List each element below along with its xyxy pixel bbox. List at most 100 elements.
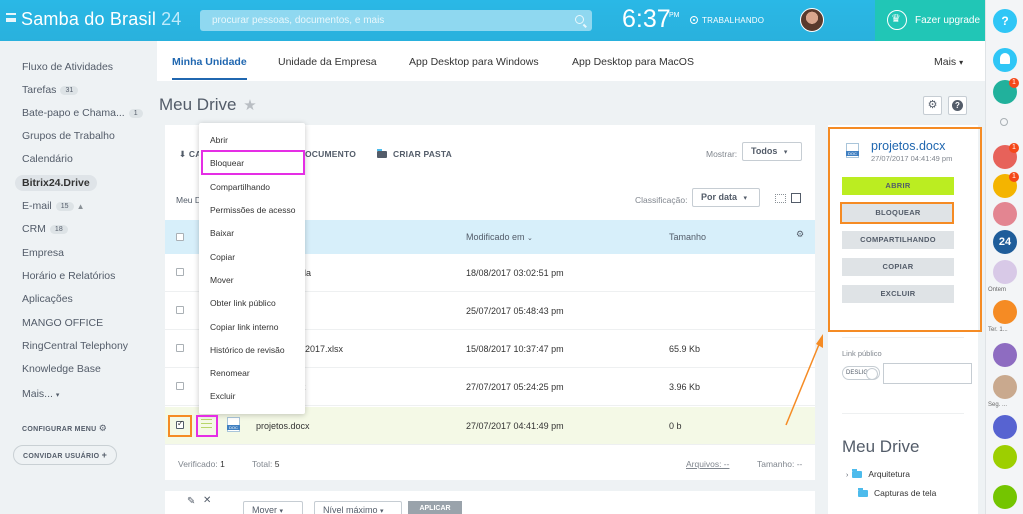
configure-menu-button[interactable]: CONFIGURAR MENU ⚙ [22,423,107,434]
sidebar-item-applications[interactable]: Aplicações [22,293,73,305]
menu-item-download[interactable]: Baixar [210,228,234,238]
level-select[interactable]: Nível máximo ▾ [314,501,402,514]
search-icon[interactable] [575,15,584,24]
column-size[interactable]: Tamanho [669,232,706,242]
row-checkbox[interactable] [176,382,184,390]
tab-my-drive[interactable]: Minha Unidade [172,56,247,80]
file-size: 3.96 Kb [669,382,701,392]
sidebar-item-company[interactable]: Empresa [22,247,64,259]
tab-desktop-macos[interactable]: App Desktop para MacOS [572,56,694,68]
portal-brand[interactable]: Samba do Brasil 24 [21,9,182,30]
contact-avatar-6[interactable] [993,343,1017,367]
file-name[interactable]: 2017.xlsx [305,344,343,354]
menu-item-delete[interactable]: Excluir [210,391,236,401]
gear-icon: ⚙ [98,423,108,433]
contact-avatar-3[interactable] [993,202,1017,226]
menu-item-public-link[interactable]: Obter link público [210,298,276,308]
messenger-chat-icon[interactable]: 1 [993,78,1019,104]
sidebar-item-calendar[interactable]: Calendário [22,153,73,165]
menu-item-share[interactable]: Compartilhando [210,182,270,192]
sidebar-item-workgroups[interactable]: Grupos de Trabalho [22,130,115,142]
menu-item-open[interactable]: Abrir [210,135,228,145]
menu-item-revision-history[interactable]: Histórico de revisão [210,345,285,355]
contact-avatar-1[interactable]: 1 [993,143,1019,169]
contact-avatar-4[interactable] [993,260,1017,284]
contact-avatar-7[interactable] [993,375,1017,399]
grid-view-icon[interactable] [775,194,786,203]
tree-item-capturas[interactable]: Capturas de tela [858,488,936,498]
divider [842,413,964,414]
table-footer: Verificado: 1 Total: 5 Arquivos: -- Tama… [165,451,815,480]
sidebar-item-ringcentral[interactable]: RingCentral Telephony [22,340,128,352]
sidebar-item-more[interactable]: Mais... ▾ [22,388,59,400]
top-bar: Samba do Brasil24 6:37 PM TRABALHANDO [0,0,985,41]
sort-label: Classificação: [635,195,688,205]
file-name[interactable]: projetos.docx [256,421,310,431]
column-modified[interactable]: Modificado em ⌄ [466,232,533,242]
chevron-right-icon[interactable]: › [846,472,848,479]
phone-icon[interactable] [993,485,1017,509]
move-select[interactable]: Mover ▾ [243,501,303,514]
folder-icon [377,149,387,158]
sidebar-item-crm[interactable]: CRM 18 [22,223,68,235]
breadcrumb[interactable]: Meu D [176,195,201,205]
create-folder-button[interactable]: CRIAR PASTA [377,149,452,159]
sidebar-item-chat[interactable]: Bate-papo e Chama... 1 [22,107,143,119]
menu-item-copy-internal-link[interactable]: Copiar link interno [210,322,279,332]
show-filter-select[interactable]: Todos ▾ [742,142,802,161]
tab-company-drive[interactable]: Unidade da Empresa [278,56,377,68]
sidebar-item-mango-office[interactable]: MANGO OFFICE [22,317,103,329]
tab-desktop-windows[interactable]: App Desktop para Windows [409,56,539,68]
delete-x-icon[interactable]: ✕ [203,495,211,506]
announcement-icon[interactable] [993,415,1017,439]
sidebar-item-drive[interactable]: Bitrix24.Drive [15,175,97,191]
sort-select[interactable]: Por data ▾ [692,188,760,207]
row-checkbox[interactable] [176,268,184,276]
bitrix24-chat-icon[interactable]: 24 [993,230,1017,254]
edit-pencil-icon[interactable]: ✎ [187,496,195,507]
search-box[interactable] [200,10,592,31]
search-input[interactable] [200,10,560,31]
select-all-checkbox[interactable] [176,233,184,241]
highlight-lock-menu-item [201,150,305,175]
hamburger-menu-icon[interactable] [6,13,16,22]
lock-icon[interactable] [993,445,1017,469]
menu-item-move[interactable]: Mover [210,275,234,285]
public-link-toggle[interactable]: DESLIG. [842,366,880,380]
apply-button[interactable]: APLICAR [408,501,462,514]
work-status[interactable]: TRABALHANDO [690,16,764,25]
list-view-icon[interactable] [791,193,801,203]
user-avatar[interactable] [800,8,824,32]
sidebar-item-time-reports[interactable]: Horário e Relatórios [22,270,115,282]
row-checkbox[interactable] [176,344,184,352]
menu-item-permissions[interactable]: Permissões de acesso [210,205,296,215]
star-icon[interactable]: ★ [243,97,256,114]
contact-avatar-5[interactable] [993,300,1017,324]
invite-user-button[interactable]: CONVIDAR USUÁRIO + [13,445,118,465]
public-link-input[interactable] [883,363,972,384]
table-settings-gear-icon[interactable]: ⚙ [796,229,804,240]
search-contacts-icon[interactable] [993,112,1017,136]
drive-tree-title: Meu Drive [842,437,920,456]
clock[interactable]: 6:37 [622,5,671,34]
upgrade-button[interactable]: Fazer upgrade [875,0,985,41]
caret-up-icon[interactable]: ▲ [77,202,85,211]
sidebar-item-activity-stream[interactable]: Fluxo de Atividades [22,61,113,73]
sidebar-item-tasks[interactable]: Tarefas 31 [22,84,79,96]
docx-file-icon [227,417,240,432]
tree-item-arquitetura[interactable]: › Arquitetura [846,469,910,479]
help-question-button[interactable]: ? [948,96,967,115]
create-document-button[interactable]: OCUMENTO [305,149,356,159]
notifications-bell-icon[interactable] [993,48,1017,72]
show-label: Mostrar: [706,149,738,159]
contact-avatar-2[interactable]: 1 [993,172,1019,198]
files-count[interactable]: Arquivos: -- [686,459,729,469]
sidebar-item-knowledge-base[interactable]: Knowledge Base [22,363,101,375]
settings-gear-button[interactable]: ⚙ [923,96,942,115]
menu-item-rename[interactable]: Renomear [210,368,250,378]
menu-item-copy[interactable]: Copiar [210,252,235,262]
help-button[interactable]: ? [993,9,1017,33]
sidebar-item-email[interactable]: E-mail 15 ▲ [22,200,84,212]
row-checkbox[interactable] [176,306,184,314]
tab-more[interactable]: Mais ▾ [934,56,963,68]
